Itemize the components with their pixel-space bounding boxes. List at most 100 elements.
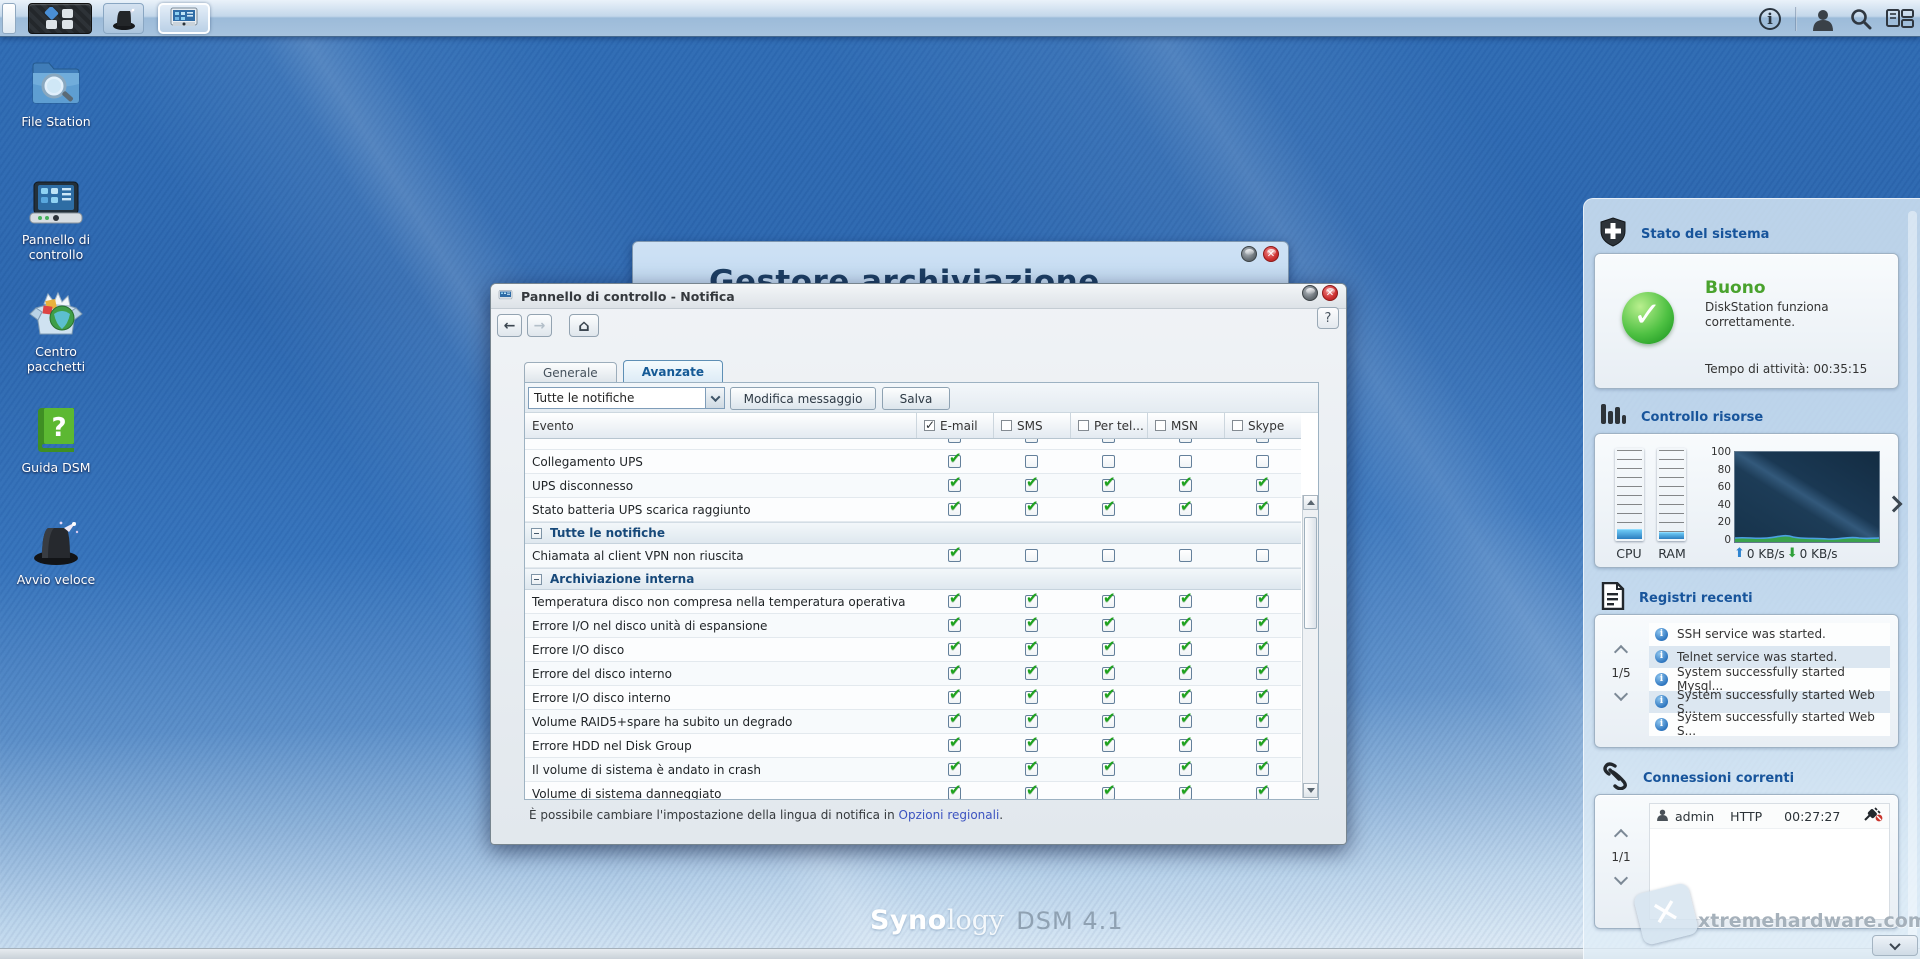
notification-checkbox[interactable] (948, 787, 961, 799)
notification-checkbox[interactable] (1256, 595, 1269, 608)
pager-down-icon[interactable] (1614, 687, 1628, 701)
desktop-icon-file-station[interactable]: File Station (6, 58, 106, 129)
notification-checkbox[interactable] (1256, 763, 1269, 776)
channel-select-all-checkbox[interactable] (1155, 420, 1166, 431)
notification-checkbox[interactable] (948, 739, 961, 752)
notification-checkbox[interactable] (1179, 479, 1192, 492)
notification-checkbox[interactable] (1102, 619, 1115, 632)
notification-checkbox[interactable] (1102, 787, 1115, 799)
notification-checkbox[interactable] (1256, 739, 1269, 752)
notification-checkbox[interactable] (1179, 715, 1192, 728)
notification-checkbox[interactable] (1025, 619, 1038, 632)
notification-checkbox[interactable] (1025, 739, 1038, 752)
scroll-down-button[interactable] (1303, 783, 1318, 798)
scrollbar-thumb[interactable] (1304, 517, 1317, 629)
collapse-group-icon[interactable] (531, 528, 542, 539)
notification-checkbox[interactable] (1179, 503, 1192, 516)
vertical-scrollbar[interactable] (1302, 495, 1318, 798)
dropdown-arrow-button[interactable] (705, 388, 724, 408)
notification-checkbox[interactable] (948, 763, 961, 776)
channel-select-all-checkbox[interactable] (924, 420, 935, 431)
notification-checkbox[interactable] (1025, 503, 1038, 516)
collapse-widget-panel-button[interactable] (1872, 935, 1918, 956)
home-button[interactable]: ⌂ (569, 314, 599, 337)
notification-checkbox[interactable] (1025, 439, 1038, 443)
notification-checkbox[interactable] (1256, 549, 1269, 562)
desktop-icon-control-panel[interactable]: Pannello dicontrollo (6, 180, 106, 262)
notification-checkbox[interactable] (1025, 787, 1038, 799)
notification-checkbox[interactable] (1256, 787, 1269, 799)
notification-checkbox[interactable] (948, 691, 961, 704)
notification-checkbox[interactable] (1102, 763, 1115, 776)
notification-checkbox[interactable] (1102, 549, 1115, 562)
window-titlebar[interactable]: Pannello di controllo - Notifica (491, 284, 1346, 309)
pilot-view-icon[interactable] (1886, 8, 1914, 30)
save-button[interactable]: Salva (882, 387, 950, 410)
pager-up-icon[interactable] (1614, 829, 1628, 843)
notification-checkbox[interactable] (1102, 691, 1115, 704)
notification-checkbox[interactable] (1025, 667, 1038, 680)
notification-checkbox[interactable] (948, 455, 961, 468)
notification-checkbox[interactable] (1025, 715, 1038, 728)
notification-checkbox[interactable] (948, 715, 961, 728)
notification-checkbox[interactable] (1025, 691, 1038, 704)
notification-checkbox[interactable] (1102, 455, 1115, 468)
quick-start-taskbar-button[interactable] (103, 3, 144, 34)
notification-checkbox[interactable] (1179, 549, 1192, 562)
edit-message-button[interactable]: Modifica messaggio (730, 387, 876, 410)
notification-checkbox[interactable] (1256, 479, 1269, 492)
notification-checkbox[interactable] (1025, 549, 1038, 562)
notification-checkbox[interactable] (1179, 455, 1192, 468)
disconnect-plug-icon[interactable] (1863, 807, 1883, 825)
control-panel-taskbar-button[interactable] (158, 3, 210, 34)
regional-options-link[interactable]: Opzioni regionali (899, 808, 1000, 822)
notification-checkbox[interactable] (1179, 595, 1192, 608)
close-icon[interactable]: ✕ (1263, 246, 1279, 262)
notification-checkbox[interactable] (1102, 643, 1115, 656)
tab-generale[interactable]: Generale (524, 362, 617, 383)
search-icon[interactable] (1849, 7, 1872, 30)
notification-checkbox[interactable] (1025, 643, 1038, 656)
log-entry[interactable]: iSSH service was started. (1649, 623, 1890, 646)
forward-button[interactable]: → (527, 314, 552, 337)
log-entry[interactable]: iSystem successfully started Web S... (1649, 713, 1890, 736)
close-icon[interactable]: ✕ (1322, 285, 1338, 301)
expand-resource-monitor-chevron[interactable] (1886, 496, 1903, 513)
notification-checkbox[interactable] (1025, 595, 1038, 608)
notification-checkbox[interactable] (1256, 715, 1269, 728)
notification-checkbox[interactable] (1256, 439, 1269, 443)
notification-checkbox[interactable] (1256, 503, 1269, 516)
notification-checkbox[interactable] (1102, 595, 1115, 608)
back-button[interactable]: ← (497, 314, 522, 337)
channel-select-all-checkbox[interactable] (1232, 420, 1243, 431)
notification-checkbox[interactable] (1102, 667, 1115, 680)
notification-checkbox[interactable] (948, 619, 961, 632)
notification-checkbox[interactable] (1179, 667, 1192, 680)
desktop-icon-dsm-help[interactable]: ?Guida DSM (6, 404, 106, 475)
connection-row[interactable]: admin HTTP 00:27:27 (1650, 804, 1889, 829)
notification-checkbox[interactable] (1179, 739, 1192, 752)
notification-checkbox[interactable] (948, 643, 961, 656)
notification-checkbox[interactable] (1025, 763, 1038, 776)
notification-checkbox[interactable] (1256, 667, 1269, 680)
notification-checkbox[interactable] (1256, 691, 1269, 704)
notification-checkbox[interactable] (1102, 439, 1115, 443)
notification-checkbox[interactable] (948, 439, 961, 443)
notification-checkbox[interactable] (1179, 643, 1192, 656)
notification-checkbox[interactable] (1102, 503, 1115, 516)
notification-checkbox[interactable] (1256, 619, 1269, 632)
channel-select-all-checkbox[interactable] (1001, 420, 1012, 431)
notification-checkbox[interactable] (1102, 715, 1115, 728)
info-icon[interactable]: i (1759, 8, 1781, 30)
notification-checkbox[interactable] (1179, 691, 1192, 704)
notification-checkbox[interactable] (948, 549, 961, 562)
collapse-group-icon[interactable] (531, 574, 542, 585)
notification-filter-dropdown[interactable]: Tutte le notifiche (528, 387, 725, 409)
tab-avanzate[interactable]: Avanzate (623, 360, 723, 383)
widget-panel-scrollbar[interactable] (1908, 211, 1917, 947)
notification-checkbox[interactable] (948, 479, 961, 492)
desktop-icon-quick-start[interactable]: Avvio veloce (6, 520, 106, 587)
show-desktop-handle[interactable] (2, 3, 16, 34)
help-button[interactable]: ? (1317, 307, 1339, 329)
notification-checkbox[interactable] (1025, 479, 1038, 492)
